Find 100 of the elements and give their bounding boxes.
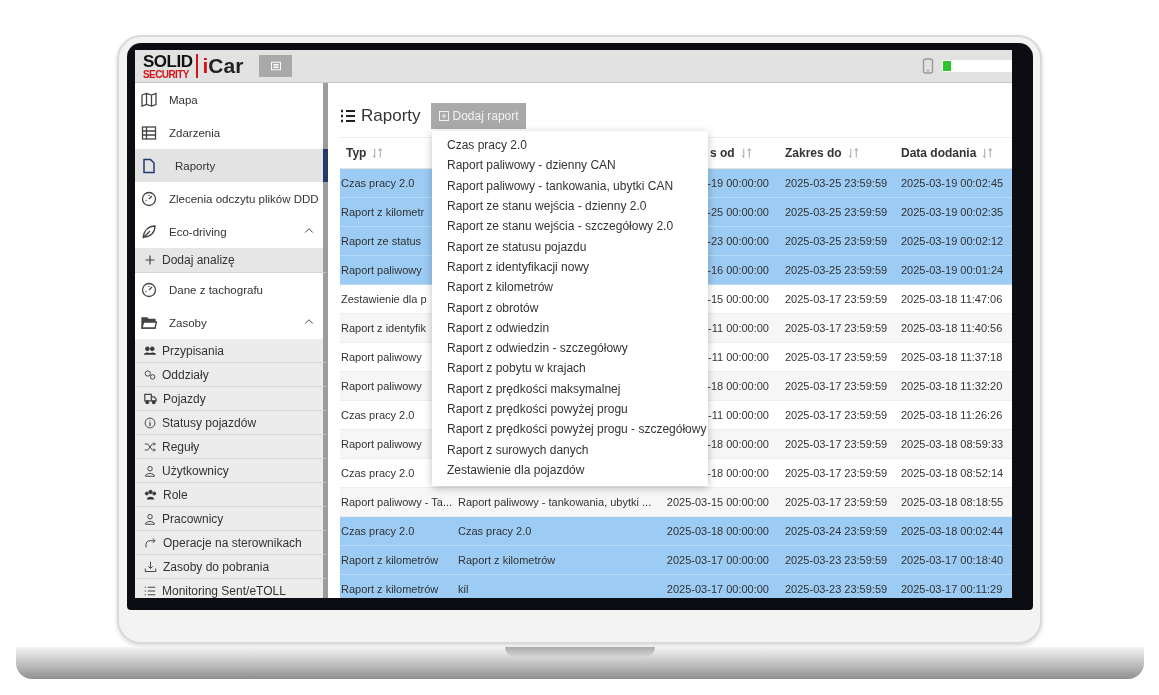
table-cell: -15 00:00:00	[707, 293, 769, 305]
table-cell: 2025-03-17 23:59:59	[785, 496, 888, 508]
menu-item[interactable]: Raport z identyfikacji nowy	[432, 256, 708, 278]
table-cell: 2025-03-18 00:00:00	[666, 525, 769, 537]
sidebar-subitem[interactable]: Monitoring Sent/eTOLL	[135, 579, 328, 598]
menu-item[interactable]: Raport z prędkości powyżej progu	[432, 398, 708, 420]
meter-icon	[942, 60, 1012, 72]
table-cell: -25 00:00:00	[707, 206, 769, 218]
table-cell: 2025-03-17 00:18:40	[901, 554, 1004, 566]
table-cell: 2025-03-18 08:18:55	[901, 496, 1004, 508]
table-cell: 2025-03-18 11:32:20	[901, 380, 1003, 392]
menu-item[interactable]: Raport ze stanu wejścia - dzienny 2.0	[432, 195, 708, 217]
sidebar-subitem[interactable]: Przypisania	[135, 339, 328, 363]
table-cell: -18 00:00:00	[707, 438, 769, 450]
sort-icon	[740, 147, 752, 159]
table-cell: 2025-03-23 23:59:59	[785, 583, 888, 595]
table-row[interactable]: Czas pracy 2.0 Czas pracy 2.0 2025-03-18 00:00:00 2025-03-24 23:59:59 2025-03-18 00:02:44	[340, 516, 1012, 546]
sidebar-subitem[interactable]: Pracownicy	[135, 507, 328, 531]
menu-item[interactable]: Raport ze statusu pojazdu	[432, 236, 708, 257]
menu-item[interactable]: Raport z prędkości powyżej progu - szczegółowy	[432, 419, 708, 440]
table-cell: 2025-03-25 23:59:59	[785, 177, 888, 189]
table-row[interactable]: Raport paliwowy - Ta... Raport paliwowy - tankowania, ubytki ... 2025-03-15 00:00:00 2025-03-17 23:59:59 2025-03-18 08:18:55	[340, 487, 1012, 517]
menu-icon	[268, 60, 283, 72]
sidebar-subitem[interactable]: Role	[135, 483, 328, 507]
table-cell: 2025-03-18 08:52:14	[901, 467, 1004, 479]
sidebar-subitem[interactable]: Reguły	[135, 435, 328, 459]
table-cell: 2025-03-25 23:59:59	[785, 235, 888, 247]
sidebar-subitem[interactable]: Pojazdy	[135, 387, 328, 411]
table-cell: -11 00:00:00	[708, 322, 769, 334]
menu-item[interactable]: Raport ze stanu wejścia - szczegółowy 2.0	[432, 216, 708, 237]
table-cell: -11 00:00:00	[708, 351, 769, 363]
menu-item[interactable]: Raport z surowych danych	[432, 439, 708, 460]
table-cell: Raport z kilometrów	[341, 583, 439, 595]
logo-divider	[196, 54, 199, 78]
sort-icon	[372, 147, 384, 159]
menu-item[interactable]: Czas pracy 2.0	[432, 135, 708, 156]
table-cell: Raport ze status	[341, 235, 422, 247]
menu-item[interactable]: Raport z odwiedzin	[432, 317, 708, 338]
table-cell: Raport paliwowy - Ta...	[341, 496, 453, 508]
table-row[interactable]: Raport z kilometrów Raport z kilometrów 2025-03-17 00:00:00 2025-03-23 23:59:59 2025-03-17 00:18:40	[340, 545, 1012, 575]
table-cell: Czas pracy 2.0	[341, 409, 415, 421]
table-cell: 2025-03-25 23:59:59	[785, 264, 888, 276]
table-cell: 2025-03-19 00:02:45	[901, 177, 1004, 189]
sidebar-subitem[interactable]: Dodaj analizę	[135, 248, 328, 273]
product-name: iCar	[202, 54, 244, 78]
users-icon	[144, 344, 156, 357]
user-icon	[144, 464, 156, 477]
gears-icon	[144, 368, 156, 381]
table-cell: Raport paliwowy	[341, 438, 422, 450]
table-cell: Raport paliwowy - tankowania, ubytki ...	[458, 496, 652, 508]
table-cell: Czas pracy 2.0	[341, 177, 415, 189]
menu-item[interactable]: Raport z obrotów	[432, 297, 708, 318]
menu-item[interactable]: Raport z prędkości maksymalnej	[432, 378, 708, 399]
table-cell: kil	[458, 583, 469, 595]
menu-button[interactable]	[259, 55, 293, 77]
menu-item[interactable]: Raport z kilometrów	[432, 277, 708, 298]
users-icon	[144, 488, 157, 501]
table-cell: 2025-03-15 00:00:00	[666, 496, 769, 508]
table-cell: 2025-03-18 11:47:06	[901, 293, 1003, 305]
table-row[interactable]: Raport z kilometrów kil 2025-03-17 00:00:00 2025-03-23 23:59:59 2025-03-17 00:11:29	[340, 574, 1012, 598]
menu-item[interactable]: Zestawienie dla pojazdów	[432, 459, 708, 481]
shuffle-icon	[144, 440, 156, 453]
sidebar-subitem[interactable]: Zasoby do pobrania	[135, 555, 328, 579]
column-header[interactable]: Data dodania	[901, 146, 977, 160]
sidebar-subitem[interactable]: Użytkownicy	[135, 459, 328, 483]
list-icon	[144, 584, 156, 597]
table-cell: 2025-03-18 11:40:56	[901, 322, 1003, 334]
table-cell: 2025-03-17 23:59:59	[785, 322, 888, 334]
table-cell: -19 00:00:00	[707, 177, 769, 189]
map-icon	[141, 91, 157, 108]
menu-item[interactable]: Raport paliwowy - dzienny CAN	[432, 155, 708, 176]
table-cell: Zestawienie dla p	[341, 293, 427, 305]
sidebar-subitem[interactable]: Oddziały	[135, 363, 328, 387]
plus-icon	[144, 254, 156, 266]
table-cell: Raport paliwowy	[341, 264, 422, 276]
list-icon	[340, 108, 356, 124]
menu-item[interactable]: Raport z pobytu w krajach	[432, 358, 708, 379]
plus-square-icon	[437, 110, 450, 122]
info-icon	[144, 416, 156, 429]
logo-text: SOLID	[143, 52, 193, 70]
column-header[interactable]: s od	[710, 146, 735, 160]
table-cell: Czas pracy 2.0	[341, 467, 415, 479]
column-header[interactable]: Zakres do	[785, 146, 842, 160]
sidebar-item[interactable]: Raporty	[135, 149, 328, 182]
menu-item[interactable]: Raport z odwiedzin - szczegółowy	[432, 337, 708, 359]
sidebar-subitem[interactable]: Statusy pojazdów	[135, 411, 328, 435]
table-cell: 2025-03-17 23:59:59	[785, 351, 888, 363]
table-cell: 2025-03-17 00:11:29	[901, 583, 1003, 595]
column-header[interactable]: Typ	[346, 146, 367, 160]
table-cell: -23 00:00:00	[707, 235, 769, 247]
menu-item[interactable]: Raport paliwowy - tankowania, ubytki CAN	[432, 175, 708, 196]
sidebar-subitem[interactable]: Operacje na sterownikach	[135, 531, 328, 555]
table-cell: Raport paliwowy	[341, 380, 422, 392]
table-cell: 2025-03-17 23:59:59	[785, 438, 888, 450]
table-cell: Raport z kilometrów	[341, 554, 439, 566]
page-title: Raporty	[361, 106, 421, 126]
table-cell: 2025-03-19 00:02:12	[901, 235, 1004, 247]
table-cell: 2025-03-24 23:59:59	[785, 525, 888, 537]
gauge-icon	[141, 190, 157, 207]
table-cell: Czas pracy 2.0	[458, 525, 532, 537]
